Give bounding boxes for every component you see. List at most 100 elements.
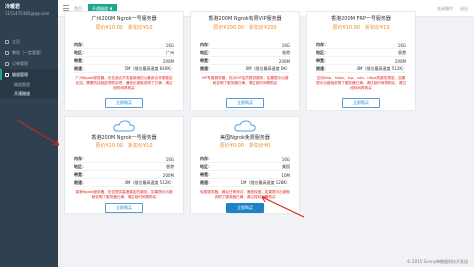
server-title: 广州200M Ngrok一号服务器 <box>91 16 157 22</box>
spec-value: 16G <box>165 156 174 162</box>
server-price: 原价¥200.00 折扣价¥200 <box>213 25 277 31</box>
spec-label: 地区： <box>74 164 86 169</box>
sidebar-item-tunnels[interactable]: 隧道管理 <box>0 69 58 80</box>
sidebar-item-tutorial[interactable]: 教程（一定要看） <box>0 47 58 58</box>
server-title: 香港200M FRP一号服务器 <box>331 16 391 22</box>
spec-value: 0M（限位最高速度 0K） <box>245 66 290 71</box>
spec-value: 4M（限位最高速度 512K） <box>356 66 406 71</box>
server-description: VIP专属服务器，仅对VIP会员提供服务，如果提示出错就说明了服务器已满，请过段… <box>201 76 289 85</box>
annotation-arrow-sidebar <box>16 119 60 146</box>
buy-now-button[interactable]: 立即购买 <box>226 98 264 108</box>
spec-row: 地区： 广州 <box>74 50 174 57</box>
spec-row: 内存： 16G <box>316 42 406 49</box>
close-tabs-button[interactable]: 关闭操作 <box>435 4 455 13</box>
server-description: 广州Ngrok服务器，仅仅适合开发者使用但以备用也非常稳定比如，需要的话就赶快购… <box>75 76 173 90</box>
spec-label: 限速： <box>74 180 86 185</box>
annotation-arrow-button <box>261 196 305 218</box>
cloud-icon <box>5 72 9 77</box>
spec-label: 带宽： <box>200 58 212 63</box>
spec-label: 内存： <box>200 156 212 161</box>
spec-row: 带宽： 10M <box>200 172 290 179</box>
sidebar-subitem-open-tunnel[interactable]: 开通隧道 <box>0 89 58 98</box>
server-card: 香港200M FRP一号服务器 原价¥10.00 折扣价¥10 内存： 16G 地… <box>306 11 416 111</box>
spec-row: 地区： 美国 <box>200 164 290 171</box>
spec-value: 香港 <box>166 164 174 169</box>
spec-row: 带宽： 200M <box>74 172 174 179</box>
server-title: 美国Ngrok免费服务器 <box>220 135 270 141</box>
logout-button[interactable]: 退出 <box>458 4 470 13</box>
spec-value: 16G <box>165 42 174 48</box>
spec-row: 内存： 16G <box>74 42 174 49</box>
cloud-server-icon <box>234 120 256 132</box>
spec-row: 带宽： 200M <box>200 58 290 65</box>
spec-label: 限速： <box>200 66 212 71</box>
sidebar-item-orders[interactable]: 订单管理 <box>0 58 58 69</box>
spec-value: 200M <box>394 58 406 64</box>
spec-row: 内存： 16G <box>74 156 174 163</box>
spec-label: 内存： <box>74 156 86 161</box>
topbar-actions: 关闭操作 退出 <box>435 4 470 13</box>
spec-row: 内存： 16G <box>200 156 290 163</box>
spec-row: 地区： 香港 <box>316 50 406 57</box>
spec-label: 带宽： <box>316 58 328 63</box>
list-icon <box>5 61 9 66</box>
user-email: 1151475385@qq.com <box>5 11 50 16</box>
server-description: 香港Ngrok服务器，仅仅提供高速稳定的服务，如果提示出错就说明了服务器已满，请… <box>75 190 173 199</box>
spec-row: 限速： 4M（限位最高速度 512K） <box>74 180 174 187</box>
spec-value: 10M <box>281 172 290 178</box>
spec-label: 地区： <box>74 50 86 55</box>
spec-value: 200M <box>278 58 290 64</box>
spec-value: 香港 <box>282 50 290 55</box>
spec-label: 限速： <box>200 180 212 185</box>
home-icon <box>5 39 9 44</box>
sidebar-subitem-label: 开通隧道 <box>14 90 30 96</box>
server-card: 广州200M Ngrok一号服务器 原价¥10.00 折扣价¥10 内存： 16G… <box>64 11 184 111</box>
sidebar-item-label: 隧道管理 <box>12 71 28 77</box>
spec-value: 200M <box>162 172 174 178</box>
sidebar-item-label: 教程（一定要看） <box>12 49 44 55</box>
spec-label: 地区： <box>316 50 328 55</box>
spec-value: 4M（限位最高速度 512K） <box>124 180 174 185</box>
spec-label: 地区： <box>200 50 212 55</box>
spec-value: 5M（限位最高速度 640K） <box>124 66 174 71</box>
buy-now-button[interactable]: 立即购买 <box>105 98 143 108</box>
spec-label: 限速： <box>316 66 328 71</box>
spec-value: 1M（限位最高速度 128K） <box>240 180 290 185</box>
sidebar-item-home[interactable]: 主页 <box>0 36 58 47</box>
spec-row: 限速： 1M（限位最高速度 128K） <box>200 180 290 187</box>
cloud-server-icon <box>113 120 135 132</box>
spec-row: 带宽： 200M <box>316 58 406 65</box>
server-price: 原价¥10.00 折扣价¥10 <box>95 25 153 31</box>
spec-label: 内存： <box>74 42 86 47</box>
sidebar-item-label: 主页 <box>12 38 20 44</box>
buy-now-button[interactable]: 立即购买 <box>342 98 380 108</box>
spec-row: 内存： 16G <box>200 42 290 49</box>
spec-value: 美国 <box>282 164 290 169</box>
server-title: 香港200M Ngrok一号服务器 <box>91 135 157 141</box>
spec-value: 16G <box>281 42 290 48</box>
server-price: 原价¥0.00 折扣价¥0 <box>219 143 271 149</box>
profile: 冷暖君 1151475385@qq.com <box>0 0 58 36</box>
spec-value: 16G <box>281 156 290 162</box>
server-description: 支持http、https、tcp、udp、https的服务类型，如果提示出错就说… <box>316 76 406 90</box>
server-price: 原价¥10.00 折扣价¥10 <box>95 143 153 149</box>
buy-now-button[interactable]: 立即购买 <box>105 203 143 213</box>
sidebar-subitem-label: 隧道管理 <box>14 81 30 87</box>
server-title: 香港200M Ngrok有限VIP服务器 <box>208 16 282 22</box>
book-icon <box>5 50 9 55</box>
sidebar-item-label: 订单管理 <box>12 60 28 66</box>
server-price: 原价¥10.00 折扣价¥10 <box>332 25 390 31</box>
sidebar-subitem-tunnel-manage[interactable]: 隧道管理 <box>0 80 58 89</box>
spec-row: 带宽： 200M <box>74 58 174 65</box>
username[interactable]: 冷暖君 <box>5 4 53 11</box>
spec-label: 地区： <box>200 164 212 169</box>
spec-label: 带宽： <box>74 58 86 63</box>
spec-label: 内存： <box>200 42 212 47</box>
spec-row: 地区： 香港 <box>200 50 290 57</box>
spec-row: 限速： 0M（限位最高速度 0K） <box>200 66 290 73</box>
spec-label: 限速： <box>74 66 86 71</box>
spec-value: 广州 <box>166 50 174 55</box>
spec-value: 香港 <box>398 50 406 55</box>
spec-label: 带宽： <box>74 172 86 177</box>
server-card: 香港200M Ngrok有限VIP服务器 原价¥200.00 折扣价¥200 内… <box>190 11 300 111</box>
